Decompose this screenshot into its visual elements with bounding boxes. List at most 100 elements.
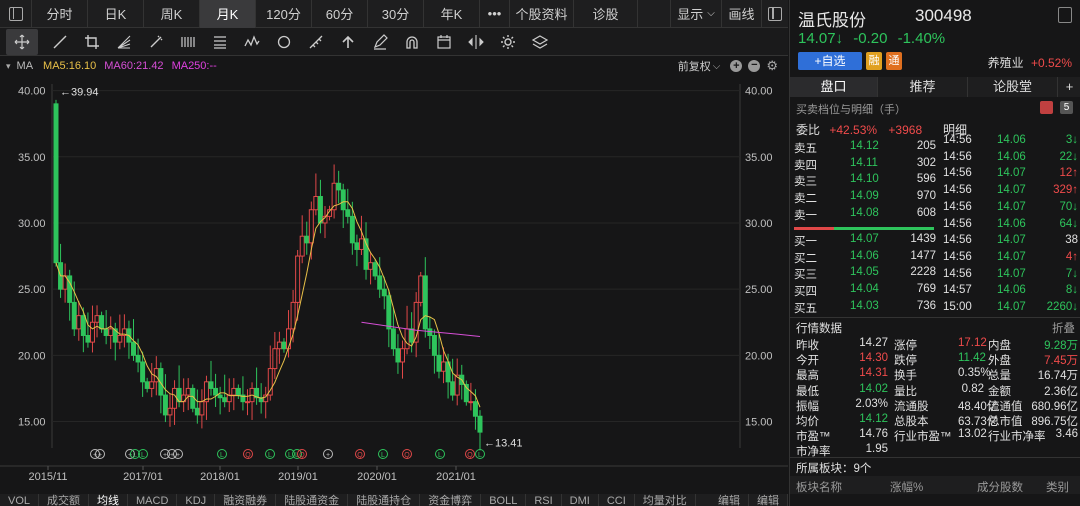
tab-yearly-k[interactable]: 年K	[424, 0, 480, 28]
indicator-tab-9[interactable]: BOLL	[481, 494, 527, 506]
expand-arrows-icon[interactable]	[460, 29, 492, 55]
tab-fenshi[interactable]: 分时	[32, 0, 88, 28]
tick-time: 14:56	[943, 234, 972, 247]
adjust-label[interactable]: 前复权	[678, 58, 711, 74]
quote-tabs: 盘口 推荐 论股堂 +	[790, 77, 1080, 97]
wand-tool-icon[interactable]	[140, 29, 172, 55]
level-badge[interactable]: 5	[1060, 101, 1073, 114]
panel-toggle-icon[interactable]	[762, 0, 788, 28]
tab-forum[interactable]: 论股堂	[968, 77, 1058, 97]
mkt-value: 16.74万	[1037, 370, 1078, 383]
ruler-tool-icon[interactable]	[300, 29, 332, 55]
crop-tool-icon[interactable]	[76, 29, 108, 55]
bars-tool-icon[interactable]	[172, 29, 204, 55]
sector-name: 养殖业	[987, 56, 1024, 70]
weibi-label: 委比	[796, 123, 821, 137]
lock-icon[interactable]	[1058, 7, 1072, 23]
settings-gear-icon[interactable]	[492, 29, 524, 55]
col-sector-type[interactable]: 类别	[1046, 479, 1069, 495]
tab-diagnose[interactable]: 诊股	[574, 0, 638, 28]
ma-label: MA	[16, 60, 34, 72]
tab-60min[interactable]: 60分	[312, 0, 368, 28]
bid-volume: 769	[916, 283, 936, 296]
fan-tool-icon[interactable]	[108, 29, 140, 55]
indicator-tab-0[interactable]: VOL	[0, 494, 40, 506]
tab-weekly-k[interactable]: 周K	[144, 0, 200, 28]
draw-line-button[interactable]: 画线	[722, 0, 762, 28]
add-tab-icon[interactable]: +	[1058, 77, 1080, 97]
zoom-out-icon[interactable]: −	[748, 60, 761, 72]
event-marker-text: L	[141, 452, 145, 459]
edit-button-0[interactable]: 编辑	[710, 494, 749, 506]
cycle-tool-icon[interactable]	[268, 29, 300, 55]
tab-daily-k[interactable]: 日K	[88, 0, 144, 28]
ask-volume: 608	[916, 206, 936, 219]
more-periods-icon[interactable]: •••	[480, 0, 510, 28]
bid-level-label: 买一	[794, 236, 817, 248]
tick-price: 14.06	[997, 134, 1026, 146]
refresh-icon[interactable]	[1040, 101, 1053, 114]
collapse-chevron-icon[interactable]: ▾	[6, 61, 11, 72]
x-tick-label: 2020/01	[357, 471, 397, 483]
candle-body	[99, 315, 105, 330]
indicator-tab-3[interactable]: MACD	[128, 494, 178, 506]
market-title: 行情数据	[796, 323, 842, 335]
wave-tool-icon[interactable]	[236, 29, 268, 55]
tab-30min[interactable]: 30分	[368, 0, 424, 28]
layout-toggle-icon[interactable]	[0, 0, 32, 28]
tab-recommend[interactable]: 推荐	[878, 77, 968, 97]
mkt-value: 2.36亿	[1044, 385, 1078, 398]
mkt-value: 48.40亿	[958, 400, 999, 413]
indicator-tab-4[interactable]: KDJ	[177, 494, 216, 506]
indicator-tab-8[interactable]: 资金博弈	[420, 494, 482, 506]
indicator-tab-2[interactable]: 均线	[89, 494, 129, 506]
tab-120min[interactable]: 120分	[256, 0, 312, 28]
y-tick-label: 35.00	[745, 152, 773, 164]
indicator-tab-5[interactable]: 融资融券	[215, 494, 277, 506]
tick-time: 14:56	[943, 217, 972, 230]
add-watchlist-button[interactable]: +自选	[798, 52, 862, 70]
margin-badge: 融	[866, 52, 882, 70]
layers-icon[interactable]	[524, 29, 556, 55]
col-sector-name[interactable]: 板块名称	[796, 479, 842, 495]
ask-volume: 205	[916, 140, 936, 152]
indicator-tab-13[interactable]: 均量对比	[635, 494, 696, 506]
y-tick-label: 15.00	[18, 417, 46, 429]
candle-body	[349, 215, 355, 244]
magnet-icon[interactable]	[396, 29, 428, 55]
line-tool-icon[interactable]	[44, 29, 76, 55]
indicator-tab-12[interactable]: CCI	[599, 494, 635, 506]
tab-pankou[interactable]: 盘口	[790, 77, 878, 97]
display-dropdown[interactable]: 显示 ⌵	[670, 0, 722, 28]
candle-body	[194, 407, 200, 416]
candle-body	[409, 328, 415, 343]
chart-settings-icon[interactable]: ⚙	[766, 58, 778, 74]
bid-level-label: 买五	[794, 302, 817, 315]
list-tool-icon[interactable]	[204, 29, 236, 55]
mkt-label: 涨停	[894, 340, 917, 352]
indicator-tab-10[interactable]: RSI	[526, 494, 562, 506]
indicator-tab-6[interactable]: 陆股通资金	[276, 494, 349, 506]
candle-body	[276, 341, 282, 350]
adjust-chevron-icon[interactable]: ⌵	[713, 61, 721, 72]
calendar-icon[interactable]	[428, 29, 460, 55]
sector-chip[interactable]: 养殖业 +0.52%	[988, 54, 1072, 71]
arrow-up-tool-icon[interactable]	[332, 29, 364, 55]
edit-button-1[interactable]: 编辑	[749, 494, 788, 506]
kline-chart[interactable]: 40.00 40.00 35.00 35.00 30.00 30.00 25.00 25.00…	[0, 76, 788, 488]
crosshair-icon[interactable]	[6, 28, 38, 55]
ask-volume: 596	[916, 173, 936, 186]
tab-monthly-k[interactable]: 月K	[200, 0, 256, 28]
ask-price: 14.12	[850, 140, 879, 152]
tab-stock-profile[interactable]: 个股资料	[510, 0, 574, 28]
candle-body	[217, 394, 223, 399]
pen-tool-icon[interactable]	[364, 29, 396, 55]
indicator-tab-1[interactable]: 成交额	[39, 494, 90, 506]
col-sector-pct[interactable]: 涨幅%	[890, 479, 923, 495]
fold-button[interactable]: 折叠	[1052, 320, 1075, 336]
indicator-tab-7[interactable]: 陆股通持仓	[348, 494, 421, 506]
indicator-tab-11[interactable]: DMI	[562, 494, 599, 506]
col-sector-count[interactable]: 成分股数	[977, 479, 1023, 495]
zoom-in-icon[interactable]: +	[730, 60, 743, 72]
candle-body	[472, 401, 478, 417]
